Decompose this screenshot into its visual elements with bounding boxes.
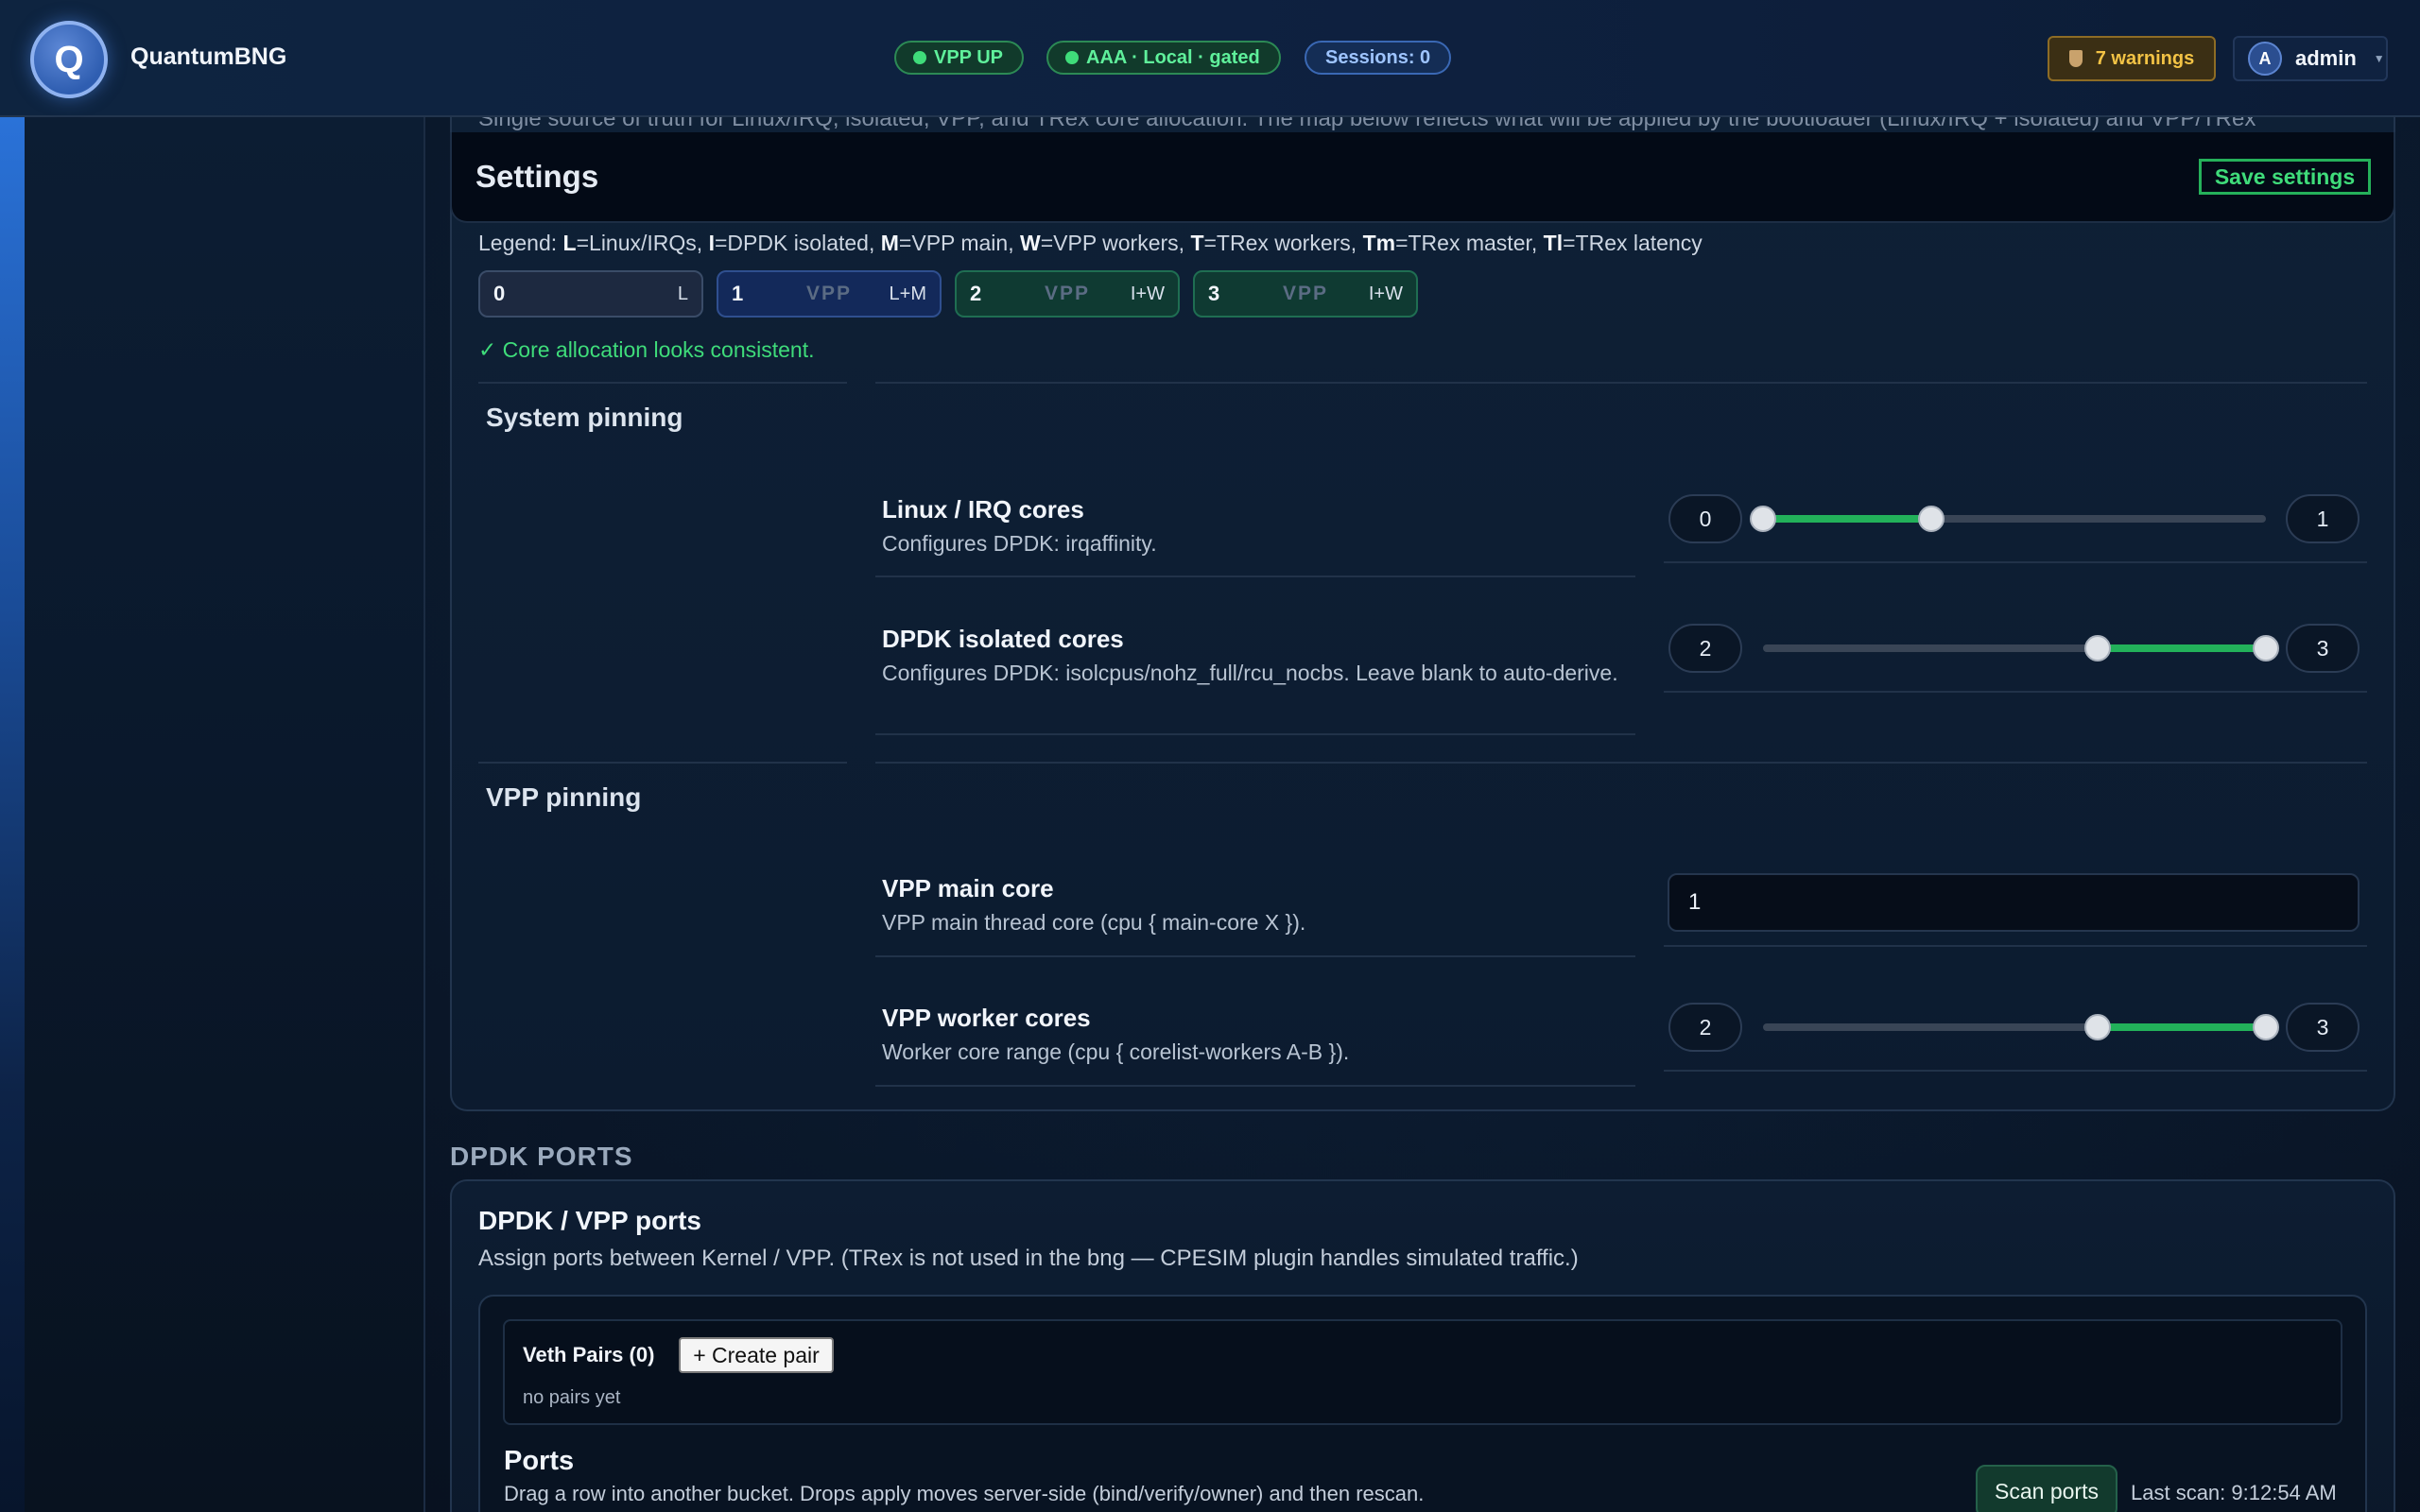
workers-max-input[interactable]: 3 (2286, 1003, 2360, 1052)
core-chip-0[interactable]: 0 L (478, 270, 703, 318)
core-chip-2[interactable]: 2 VPP I+W (955, 270, 1180, 318)
linux-irq-slider-handle-min[interactable] (1750, 506, 1776, 532)
divider (875, 733, 1635, 735)
divider (875, 1085, 1635, 1087)
workers-min-input[interactable]: 2 (1668, 1003, 1742, 1052)
divider (875, 576, 1635, 577)
workers-slider-fill (2098, 1023, 2266, 1031)
core-legend: Legend: L=Linux/IRQs, I=DPDK isolated, M… (478, 231, 1703, 255)
linux-irq-label: Linux / IRQ cores (882, 495, 1084, 524)
linux-irq-desc: Configures DPDK: irqaffinity. (882, 531, 1157, 556)
no-pairs-text: no pairs yet (523, 1387, 621, 1408)
vpp-status-badge: VPP UP (894, 41, 1024, 75)
linux-irq-slider-fill (1763, 515, 1931, 523)
veth-pairs-title: Veth Pairs (0) (523, 1343, 655, 1366)
linux-irq-min-input[interactable]: 0 (1668, 494, 1742, 543)
linux-irq-max-input[interactable]: 1 (2286, 494, 2360, 543)
consistency-message: ✓ Core allocation looks consistent. (478, 337, 815, 362)
app-logo[interactable]: Q (30, 21, 108, 98)
dpdk-ports-desc: Assign ports between Kernel / VPP. (TRex… (478, 1246, 1579, 1271)
warnings-button[interactable]: 7 warnings (2048, 36, 2216, 81)
isolated-slider-handle-max[interactable] (2253, 635, 2279, 662)
vpp-worker-cores-label: VPP worker cores (882, 1004, 1091, 1032)
divider (478, 382, 847, 384)
dpdk-ports-heading: DPDK PORTS (450, 1142, 633, 1171)
isolated-slider-handle-min[interactable] (2084, 635, 2111, 662)
user-menu-button[interactable]: A admin ▼ (2233, 36, 2388, 81)
divider (875, 955, 1635, 957)
vpp-main-core-label: VPP main core (882, 874, 1054, 902)
aaa-status-badge: AAA · Local · gated (1046, 41, 1281, 75)
app-name: QuantumBNG (130, 43, 287, 70)
isolated-cores-label: DPDK isolated cores (882, 625, 1124, 653)
top-bar: Q QuantumBNG VPP UP AAA · Local · gated … (0, 0, 2420, 117)
chevron-down-icon: ▼ (2373, 52, 2385, 65)
workers-slider-handle-min[interactable] (2084, 1014, 2111, 1040)
ports-desc: Drag a row into another bucket. Drops ap… (504, 1482, 1425, 1505)
shield-icon (2068, 50, 2083, 67)
system-pinning-title: System pinning (486, 403, 683, 432)
status-dot-icon (913, 51, 926, 64)
settings-panel (450, 117, 2395, 1111)
divider (1664, 1070, 2367, 1072)
divider (875, 382, 2367, 384)
divider (1664, 561, 2367, 563)
avatar: A (2248, 42, 2282, 76)
vpp-main-core-desc: VPP main thread core (cpu { main-core X … (882, 910, 1306, 935)
sidebar-edge-glow (0, 117, 25, 1512)
divider (478, 762, 847, 764)
sessions-badge: Sessions: 0 (1305, 41, 1452, 75)
save-settings-button[interactable]: Save settings (2199, 159, 2371, 195)
dpdk-ports-title: DPDK / VPP ports (478, 1206, 701, 1235)
isolated-slider-fill (2098, 644, 2266, 652)
isolated-max-input[interactable]: 3 (2286, 624, 2360, 673)
core-chip-3[interactable]: 3 VPP I+W (1193, 270, 1418, 318)
core-chip-1[interactable]: 1 VPP L+M (717, 270, 942, 318)
divider (1664, 945, 2367, 947)
user-name: admin (2295, 46, 2357, 70)
settings-title: Settings (475, 159, 599, 194)
last-scan-time: Last scan: 9:12:54 AM (2131, 1481, 2337, 1504)
isolated-cores-desc: Configures DPDK: isolcpus/nohz_full/rcu_… (882, 661, 1618, 685)
create-pair-button[interactable]: + Create pair (679, 1337, 834, 1373)
scan-ports-button[interactable]: Scan ports (1976, 1465, 2118, 1512)
linux-irq-slider-handle-max[interactable] (1918, 506, 1945, 532)
vpp-main-core-input[interactable] (1668, 873, 2360, 932)
vpp-worker-cores-desc: Worker core range (cpu { corelist-worker… (882, 1040, 1350, 1064)
ports-title: Ports (504, 1446, 575, 1476)
divider (875, 762, 2367, 764)
status-dot-icon (1065, 51, 1079, 64)
sidebar (25, 117, 425, 1512)
vpp-pinning-title: VPP pinning (486, 782, 642, 812)
settings-header (450, 132, 2395, 223)
isolated-min-input[interactable]: 2 (1668, 624, 1742, 673)
workers-slider-handle-max[interactable] (2253, 1014, 2279, 1040)
divider (1664, 691, 2367, 693)
